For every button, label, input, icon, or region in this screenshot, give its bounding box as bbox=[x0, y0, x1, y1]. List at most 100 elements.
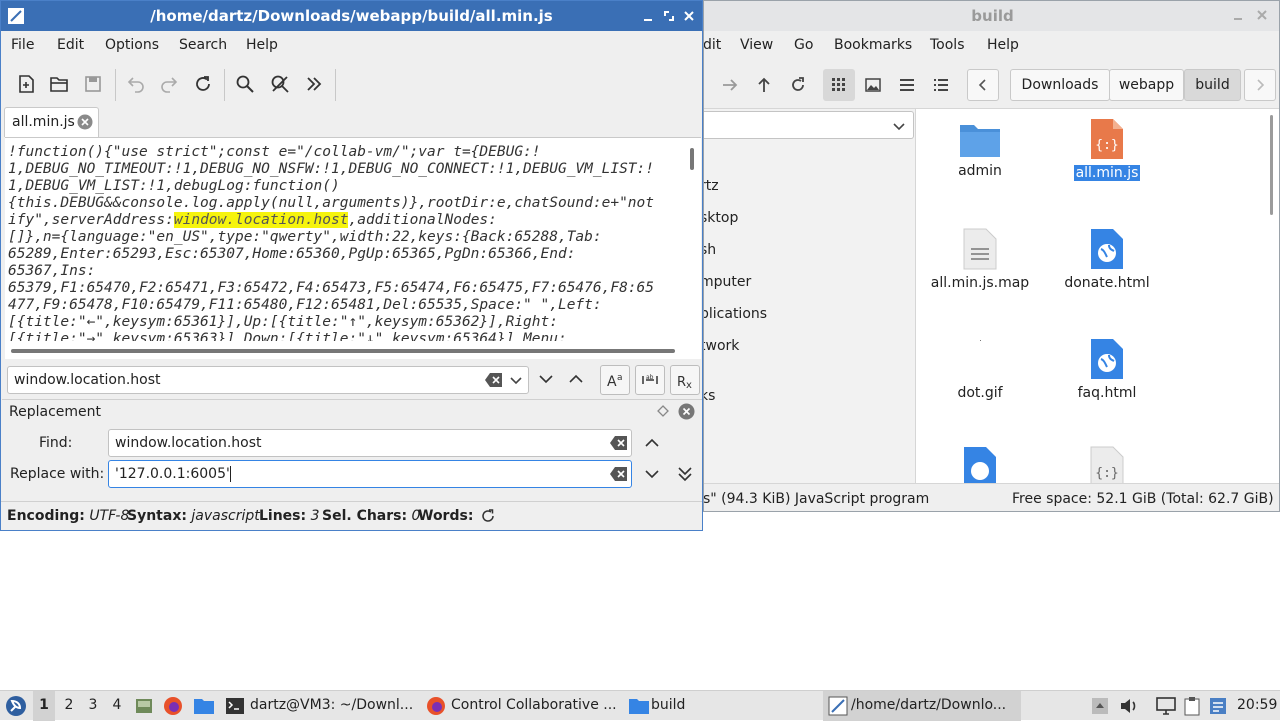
file-item-partial-js[interactable]: {:} bbox=[1047, 445, 1167, 485]
find-replace-icon[interactable] bbox=[263, 67, 297, 101]
clear-icon[interactable] bbox=[610, 435, 628, 451]
new-file-icon[interactable] bbox=[9, 67, 43, 101]
tab-close-icon[interactable] bbox=[77, 114, 93, 130]
icon-view-icon[interactable] bbox=[823, 69, 855, 101]
volume-icon[interactable] bbox=[1119, 696, 1139, 716]
file-item-dot-gif[interactable]: dot.gif bbox=[920, 337, 1040, 401]
file-grid-scrollbar[interactable] bbox=[1261, 109, 1279, 483]
breadcrumb-build[interactable]: build bbox=[1184, 69, 1241, 101]
file-manager-titlebar[interactable]: build bbox=[704, 1, 1279, 31]
place-bookmarks[interactable]: ks bbox=[704, 388, 715, 404]
search-input[interactable]: window.location.host bbox=[7, 366, 529, 394]
forward-arrow-icon[interactable] bbox=[714, 69, 746, 101]
tab-all-min-js[interactable]: all.min.js bbox=[4, 107, 99, 137]
more-tools-icon[interactable] bbox=[297, 67, 331, 101]
workspace-4[interactable]: 4 bbox=[106, 691, 128, 721]
workspace-1[interactable]: 1 bbox=[33, 691, 55, 721]
place-desktop[interactable]: sktop bbox=[704, 210, 738, 226]
toolbar-divider bbox=[224, 69, 225, 101]
menu-edit[interactable]: dit bbox=[704, 37, 721, 53]
whole-word-button[interactable]: ab bbox=[635, 365, 665, 395]
up-arrow-icon[interactable] bbox=[748, 69, 780, 101]
find-field[interactable]: window.location.host bbox=[108, 429, 632, 457]
file-item-all-min-js-map[interactable]: all.min.js.map bbox=[920, 227, 1040, 291]
file-item-admin[interactable]: admin bbox=[920, 119, 1040, 179]
refresh-word-count-icon[interactable] bbox=[480, 508, 496, 524]
place-computer[interactable]: mputer bbox=[704, 274, 751, 290]
compact-view-icon[interactable] bbox=[891, 69, 923, 101]
menu-bookmarks[interactable]: Bookmarks bbox=[834, 37, 912, 53]
code-line: !function(){"use strict";const e="/colla… bbox=[8, 144, 541, 160]
firefox-icon[interactable] bbox=[163, 696, 183, 716]
save-icon[interactable] bbox=[76, 67, 110, 101]
close-icon[interactable] bbox=[1255, 8, 1269, 22]
task-firefox[interactable]: Control Collaborative ... bbox=[423, 691, 618, 721]
show-desktop-icon[interactable] bbox=[134, 696, 154, 716]
menu-search[interactable]: Search bbox=[179, 37, 227, 53]
menu-go[interactable]: Go bbox=[794, 37, 813, 53]
vertical-scrollbar[interactable] bbox=[683, 137, 701, 341]
replace-label: Replace with: bbox=[10, 466, 105, 482]
float-panel-icon[interactable] bbox=[656, 404, 670, 418]
clear-icon[interactable] bbox=[485, 372, 503, 388]
task-terminal[interactable]: dartz@VM3: ~/Downl... bbox=[222, 691, 417, 721]
horizontal-scrollbar[interactable] bbox=[5, 341, 701, 359]
close-panel-icon[interactable] bbox=[678, 403, 695, 420]
open-folder-icon[interactable] bbox=[42, 67, 76, 101]
breadcrumb-back-button[interactable] bbox=[967, 69, 999, 101]
find-icon[interactable] bbox=[228, 67, 262, 101]
place-home[interactable]: rtz bbox=[704, 178, 719, 194]
menu-tools[interactable]: Tools bbox=[930, 37, 965, 53]
breadcrumb-forward-button[interactable] bbox=[1244, 69, 1276, 101]
place-network[interactable]: twork bbox=[704, 338, 739, 354]
chevron-down-icon[interactable] bbox=[509, 372, 523, 388]
network-icon[interactable] bbox=[1155, 696, 1177, 716]
file-manager-icon[interactable] bbox=[193, 696, 215, 716]
reload-icon[interactable] bbox=[186, 67, 220, 101]
editor-titlebar[interactable]: /home/dartz/Downloads/webapp/build/all.m… bbox=[1, 1, 702, 31]
clipboard-icon[interactable] bbox=[1183, 696, 1201, 716]
undo-icon[interactable] bbox=[119, 67, 153, 101]
close-icon[interactable] bbox=[682, 9, 696, 23]
notes-icon[interactable] bbox=[1208, 696, 1228, 716]
maximize-icon[interactable] bbox=[662, 9, 676, 23]
task-text-editor[interactable]: /home/dartz/Downlo... bbox=[823, 691, 1021, 721]
breadcrumb-downloads[interactable]: Downloads bbox=[1010, 69, 1110, 101]
thumbnail-view-icon[interactable] bbox=[857, 69, 889, 101]
replace-next-button[interactable] bbox=[642, 464, 662, 484]
menu-help[interactable]: Help bbox=[246, 37, 278, 53]
detailed-view-icon[interactable] bbox=[925, 69, 957, 101]
workspace-3[interactable]: 3 bbox=[82, 691, 104, 721]
menu-help[interactable]: Help bbox=[987, 37, 1019, 53]
reload-icon[interactable] bbox=[782, 69, 814, 101]
code-editor[interactable]: !function(){"use strict";const e="/colla… bbox=[5, 137, 683, 341]
workspace-2[interactable]: 2 bbox=[58, 691, 80, 721]
redo-icon[interactable] bbox=[152, 67, 186, 101]
side-pane-selector[interactable] bbox=[704, 111, 914, 139]
menu-file[interactable]: File bbox=[11, 37, 34, 53]
file-item-partial-html[interactable] bbox=[920, 445, 1040, 485]
breadcrumb-webapp[interactable]: webapp bbox=[1109, 69, 1184, 101]
replace-all-button[interactable] bbox=[675, 464, 695, 484]
minimize-icon[interactable] bbox=[641, 9, 655, 23]
find-previous-button[interactable] bbox=[566, 369, 586, 389]
find-label: Find: bbox=[39, 435, 73, 451]
find-next-button[interactable] bbox=[536, 369, 556, 389]
place-trash[interactable]: sh bbox=[704, 242, 716, 258]
file-item-donate-html[interactable]: donate.html bbox=[1047, 227, 1167, 291]
minimize-icon[interactable] bbox=[1231, 8, 1245, 22]
match-case-button[interactable]: Aa bbox=[600, 365, 630, 395]
menu-view[interactable]: View bbox=[740, 37, 773, 53]
replace-field[interactable]: '127.0.0.1:6005' bbox=[108, 460, 632, 488]
replace-previous-button[interactable] bbox=[642, 433, 662, 453]
file-item-all-min-js[interactable]: {:} all.min.js bbox=[1047, 117, 1167, 181]
menu-options[interactable]: Options bbox=[105, 37, 159, 53]
place-applications[interactable]: plications bbox=[704, 306, 767, 322]
task-file-manager[interactable]: build bbox=[625, 691, 815, 721]
start-menu-icon[interactable] bbox=[5, 695, 27, 717]
regex-button[interactable]: Rx bbox=[670, 365, 700, 395]
clear-icon[interactable] bbox=[610, 466, 628, 482]
file-item-faq-html[interactable]: faq.html bbox=[1047, 337, 1167, 401]
tray-arrow-icon[interactable] bbox=[1091, 696, 1109, 716]
menu-edit[interactable]: Edit bbox=[57, 37, 84, 53]
